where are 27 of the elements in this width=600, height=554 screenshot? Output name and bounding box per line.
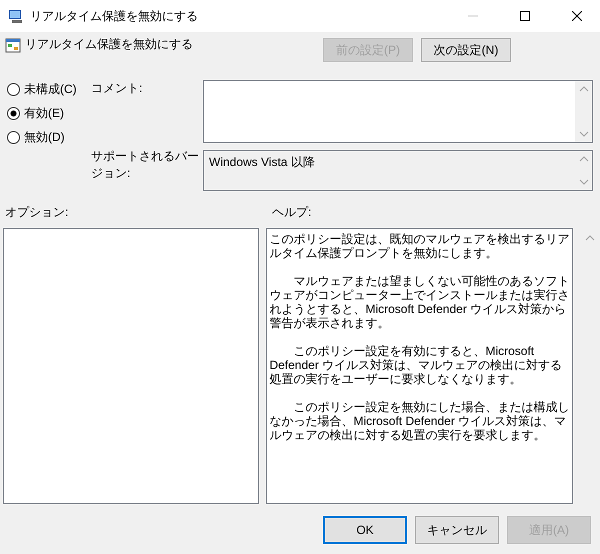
settings-window-icon (5, 36, 21, 52)
comment-field[interactable] (203, 80, 593, 143)
scroll-up-icon (578, 85, 588, 93)
cancel-button[interactable]: キャンセル (415, 516, 499, 544)
computer-icon (8, 8, 24, 24)
ok-button[interactable]: OK (323, 516, 407, 544)
comment-label: コメント: (91, 80, 144, 97)
help-paragraph: このポリシー設定は、既知のマルウェアを検出するリアルタイム保護プロンプトを無効にします。 (269, 232, 570, 260)
scroll-up-icon (585, 234, 596, 242)
next-setting-button[interactable]: 次の設定(N) (421, 38, 511, 62)
options-label: オプション: (5, 204, 70, 221)
close-icon[interactable] (572, 11, 582, 21)
help-paragraph: このポリシー設定を無効にした場合、または構成しなかった場合、Microsoft Defender ウイルス対策は、マルウェアの検出に対する処置の実行を要求します。 (269, 400, 570, 442)
scroll-up-icon (578, 155, 588, 163)
window-title: リアルタイム保護を無効にする (30, 8, 199, 24)
scroll-down-icon (578, 178, 588, 186)
scroll-down-icon (578, 130, 588, 138)
help-paragraph: このポリシー設定を有効にすると、Microsoft Defender ウイルス対策は、マルウェアの検出に対する処置の実行をユーザーに要求しなくなります。 (269, 344, 564, 386)
supported-label: サポートされるバージョン: (91, 148, 200, 182)
policy-title: リアルタイム保護を無効にする (25, 36, 193, 53)
radio-option[interactable]: 無効(D) (7, 128, 91, 146)
radio-option[interactable]: 未構成(C) (7, 80, 91, 98)
maximize-icon[interactable] (520, 11, 530, 21)
help-label: ヘルプ: (272, 204, 312, 221)
supported-version: Windows Vista 以降 (209, 155, 315, 169)
help-paragraph: マルウェアまたは望ましくない可能性のあるソフトウェアがコンピューター上でインストールまたは実行されようとすると、Microsoft Defender ウイルス対策から警告が表示されます。 (269, 274, 570, 330)
radio-option[interactable]: 有効(E) (7, 104, 91, 122)
